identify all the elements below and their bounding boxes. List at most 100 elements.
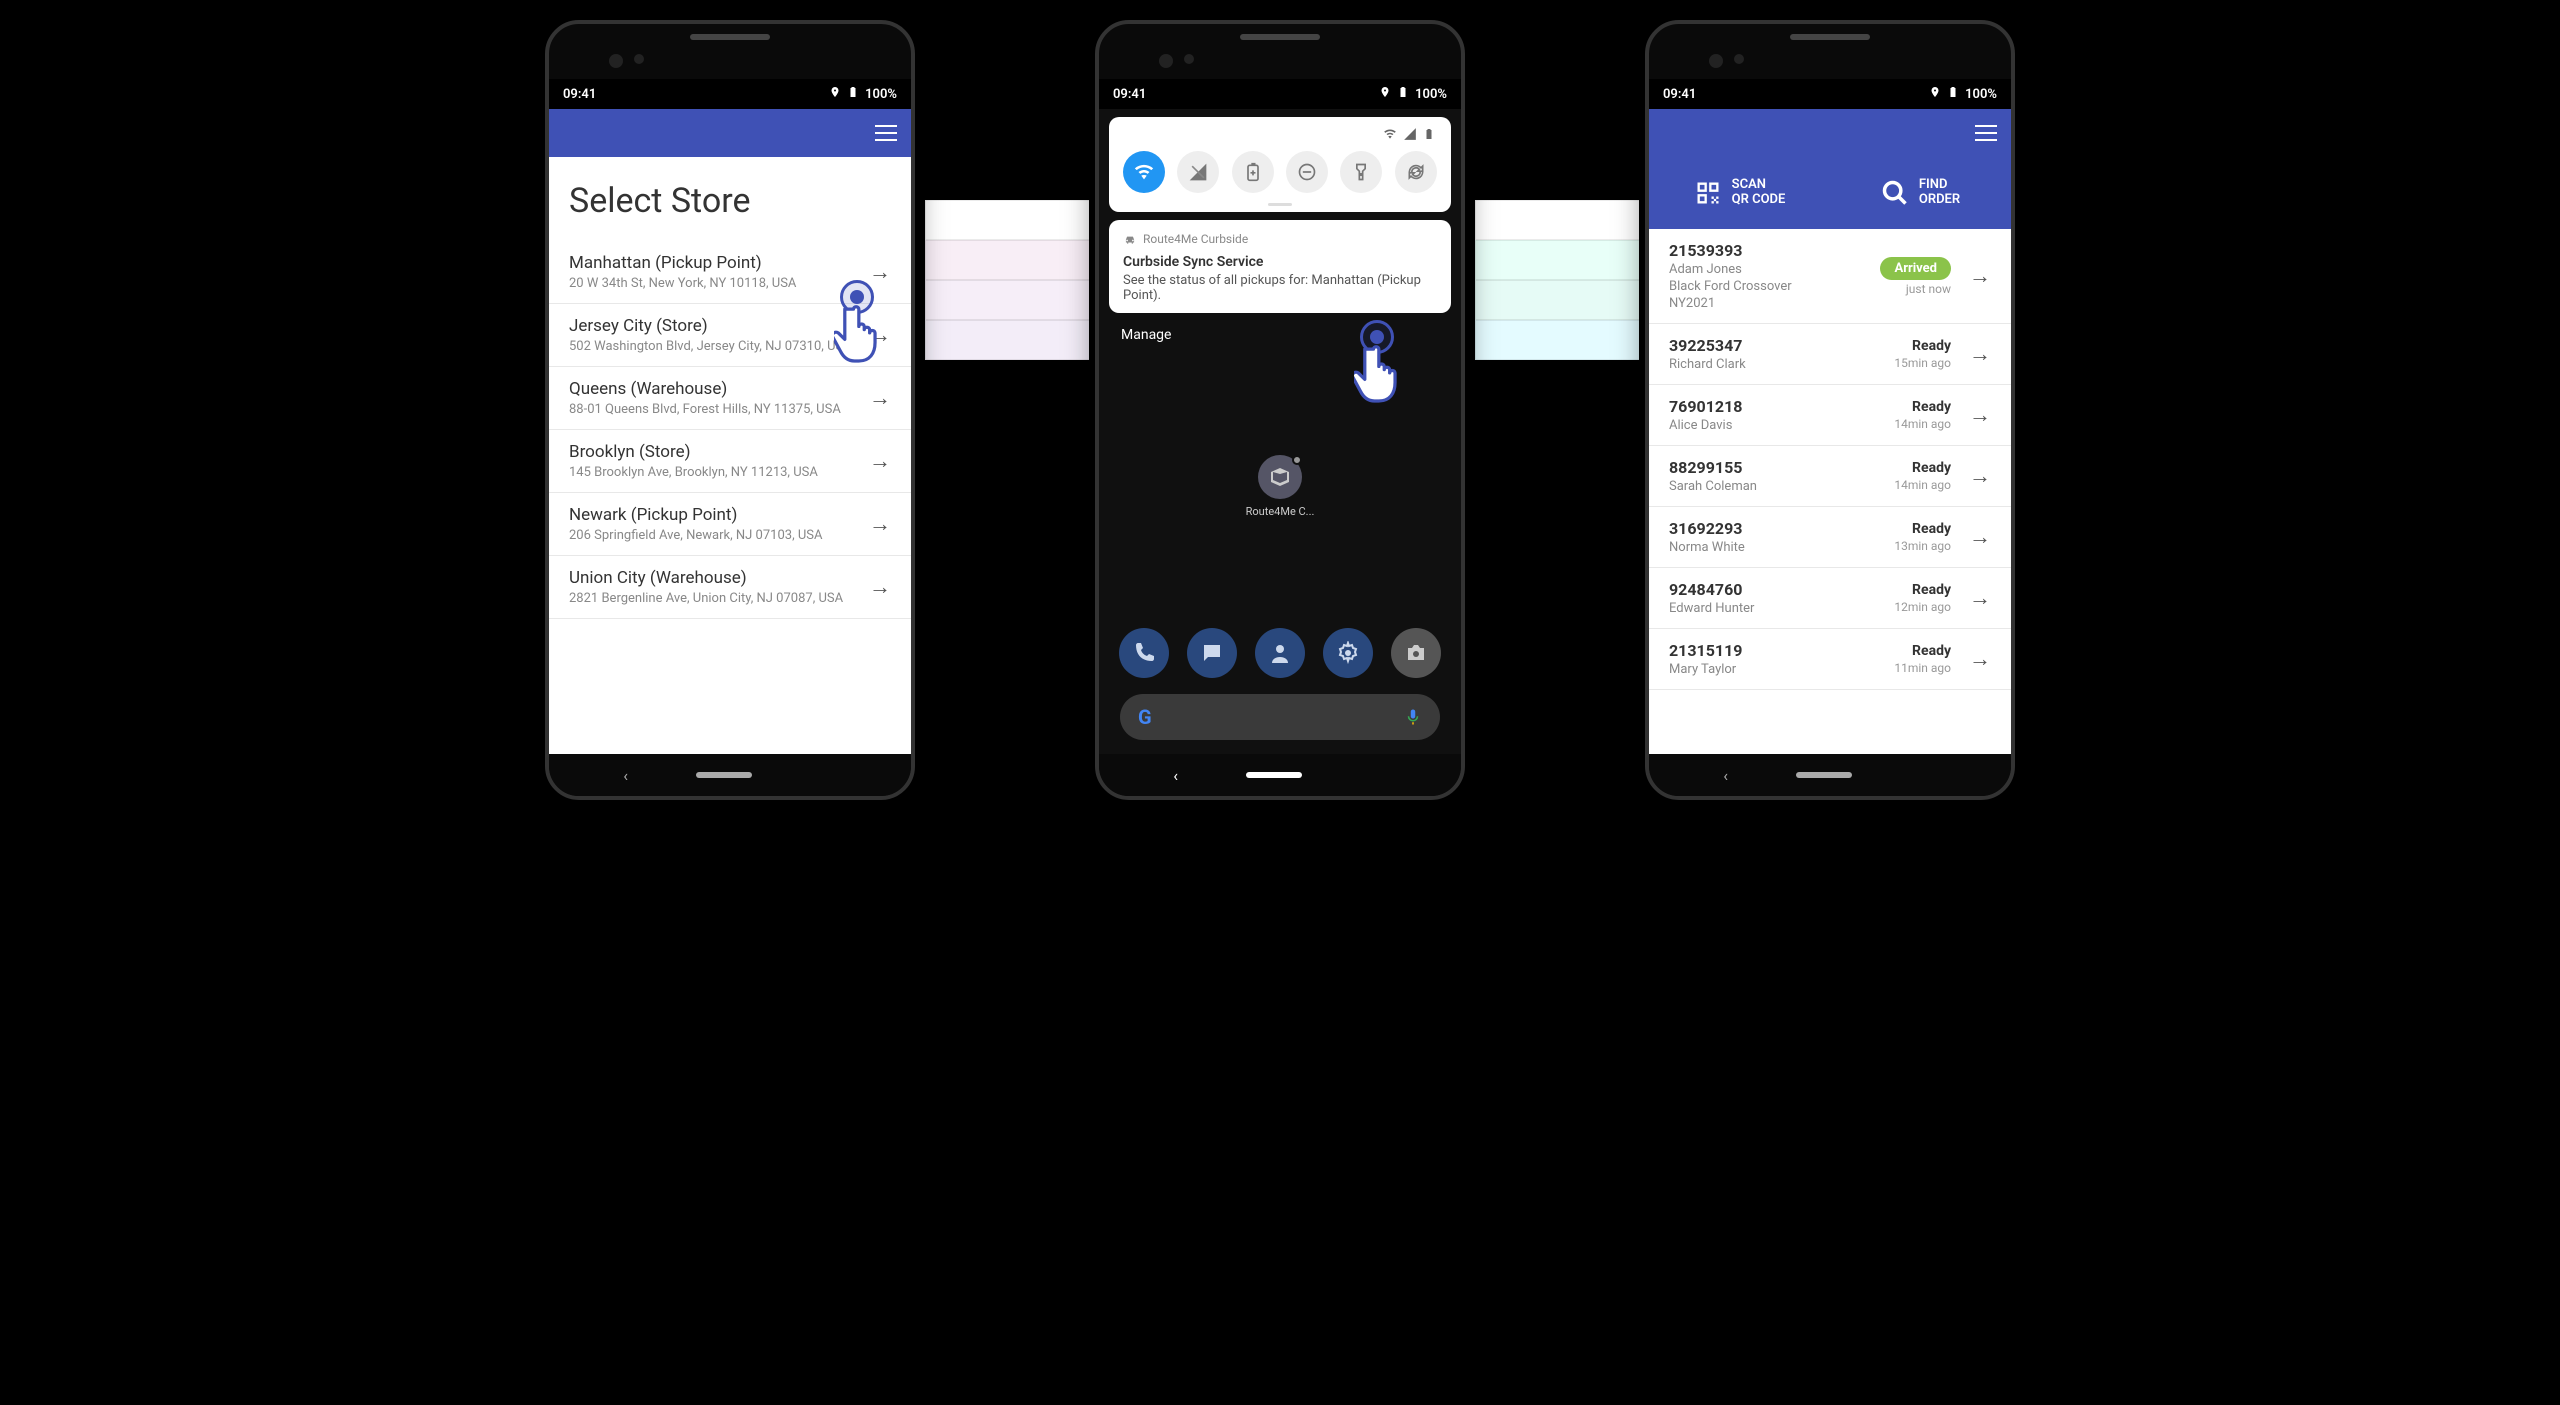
nav-back-icon[interactable]: ‹ (1723, 766, 1728, 785)
dock-phone-icon[interactable] (1119, 628, 1169, 678)
order-number: 21315119 (1669, 641, 1894, 660)
signal-icon (1403, 127, 1417, 141)
store-name: Queens (Warehouse) (569, 379, 859, 399)
chevron-right-icon: → (1969, 585, 1991, 611)
qs-flashlight-toggle[interactable] (1340, 151, 1382, 193)
qs-status-icons (1117, 127, 1443, 151)
store-address: 502 Washington Blvd, Jersey City, NJ 073… (569, 339, 859, 354)
android-nav-bar: ‹ (1099, 754, 1461, 796)
nav-home-pill[interactable] (696, 772, 752, 778)
qs-drag-handle[interactable] (1268, 203, 1292, 206)
order-item[interactable]: 76901218Alice DavisReady14min ago→ (1649, 385, 2011, 446)
order-item[interactable]: 21539393Adam JonesBlack Ford CrossoverNY… (1649, 229, 2011, 324)
scan-qr-button[interactable]: SCAN QR CODE (1649, 157, 1830, 229)
store-item[interactable]: Jersey City (Store) 502 Washington Blvd, … (549, 304, 911, 367)
car-icon (1123, 232, 1137, 246)
dock-messages-icon[interactable] (1187, 628, 1237, 678)
order-time: 15min ago (1894, 356, 1951, 370)
store-name: Brooklyn (Store) (569, 442, 859, 462)
order-item[interactable]: 31692293Norma WhiteReady13min ago→ (1649, 507, 2011, 568)
nav-back-icon[interactable]: ‹ (623, 766, 628, 785)
order-item[interactable]: 39225347Richard ClarkReady15min ago→ (1649, 324, 2011, 385)
android-nav-bar: ‹ (1649, 754, 2011, 796)
home-app-shortcut[interactable]: Route4Me C... (1246, 455, 1315, 518)
store-item[interactable]: Queens (Warehouse) 88-01 Queens Blvd, For… (549, 367, 911, 430)
box-icon (1268, 465, 1292, 489)
battery-icon (1397, 86, 1409, 102)
order-number: 21539393 (1669, 241, 1880, 260)
manage-notifications-link[interactable]: Manage (1099, 313, 1461, 357)
chevron-right-icon: → (869, 385, 891, 411)
order-time: 13min ago (1894, 539, 1951, 553)
store-name: Jersey City (Store) (569, 316, 859, 336)
order-status: Ready (1912, 460, 1951, 476)
location-icon (1379, 86, 1391, 102)
home-dock (1119, 628, 1441, 678)
mic-icon[interactable] (1404, 708, 1422, 726)
chevron-right-icon: → (1969, 524, 1991, 550)
order-item[interactable]: 88299155Sarah ColemanReady14min ago→ (1649, 446, 2011, 507)
order-customer: Mary Taylor (1669, 662, 1894, 677)
chevron-right-icon: → (869, 574, 891, 600)
page-title: Select Store (549, 157, 911, 241)
order-number: 92484760 (1669, 580, 1894, 599)
nav-back-icon[interactable]: ‹ (1173, 766, 1178, 785)
order-number: 88299155 (1669, 458, 1894, 477)
battery-pct: 100% (1415, 87, 1447, 102)
menu-icon[interactable] (1975, 125, 1997, 141)
chevron-right-icon: → (1969, 263, 1991, 289)
google-logo-icon: G (1138, 705, 1152, 729)
status-bar: 09:41 100% (1099, 79, 1461, 109)
store-item[interactable]: Manhattan (Pickup Point)20 W 34th St, Ne… (549, 241, 911, 304)
find-order-button[interactable]: FIND ORDER (1830, 157, 2011, 229)
qs-dnd-toggle[interactable] (1286, 151, 1328, 193)
chevron-right-icon: → (1969, 341, 1991, 367)
battery-pct: 100% (1965, 87, 1997, 102)
chevron-right-icon: → (1969, 646, 1991, 672)
qs-battery-saver-toggle[interactable] (1232, 151, 1274, 193)
status-time: 09:41 (1663, 87, 1696, 102)
status-time: 09:41 (1113, 87, 1146, 102)
chevron-right-icon: → (869, 448, 891, 474)
order-customer: Adam Jones (1669, 262, 1880, 277)
order-customer: Sarah Coleman (1669, 479, 1894, 494)
dock-contacts-icon[interactable] (1255, 628, 1305, 678)
notification-body: See the status of all pickups for: Manha… (1123, 273, 1437, 303)
order-time: 14min ago (1894, 417, 1951, 431)
dock-settings-icon[interactable] (1323, 628, 1373, 678)
battery-pct: 100% (865, 87, 897, 102)
nav-home-pill[interactable] (1246, 772, 1302, 778)
notification-app-name: Route4Me Curbside (1143, 232, 1248, 246)
qs-cellular-toggle[interactable] (1177, 151, 1219, 193)
order-status: Ready (1912, 582, 1951, 598)
order-status: Ready (1912, 643, 1951, 659)
chevron-right-icon: → (1969, 402, 1991, 428)
phone-select-store: 09:41 100% Select Store Manhattan (Picku (545, 20, 915, 800)
google-search-bar[interactable]: G (1120, 694, 1440, 740)
store-item[interactable]: Newark (Pickup Point)206 Springfield Ave… (549, 493, 911, 556)
store-item[interactable]: Brooklyn (Store) 145 Brooklyn Ave, Brookl… (549, 430, 911, 493)
battery-small-icon (1423, 127, 1435, 141)
store-address: 88-01 Queens Blvd, Forest Hills, NY 1137… (569, 402, 859, 417)
qs-wifi-toggle[interactable] (1123, 151, 1165, 193)
qs-rotate-toggle[interactable] (1395, 151, 1437, 193)
nav-home-pill[interactable] (1796, 772, 1852, 778)
store-item[interactable]: Union City (Warehouse)2821 Bergenline Av… (549, 556, 911, 619)
store-address: 145 Brooklyn Ave, Brooklyn, NY 11213, US… (569, 465, 859, 480)
order-item[interactable]: 21315119 Mary Taylor Ready 11min ago → (1649, 629, 2011, 690)
dock-camera-icon[interactable] (1391, 628, 1441, 678)
order-plate: NY2021 (1669, 296, 1880, 311)
notification-card[interactable]: Route4Me Curbside Curbside Sync Service … (1109, 220, 1451, 313)
battery-icon (847, 86, 859, 102)
status-time: 09:41 (563, 87, 596, 102)
order-customer: Edward Hunter (1669, 601, 1894, 616)
order-customer: Richard Clark (1669, 357, 1894, 372)
status-badge: Arrived (1880, 257, 1951, 280)
menu-icon[interactable] (875, 125, 897, 141)
order-item[interactable]: 92484760Edward HunterReady12min ago→ (1649, 568, 2011, 629)
notification-title: Curbside Sync Service (1123, 254, 1437, 270)
order-number: 39225347 (1669, 336, 1894, 355)
order-time: 11min ago (1894, 661, 1951, 675)
status-bar: 09:41 100% (549, 79, 911, 109)
order-list: 21539393Adam JonesBlack Ford CrossoverNY… (1649, 229, 2011, 754)
